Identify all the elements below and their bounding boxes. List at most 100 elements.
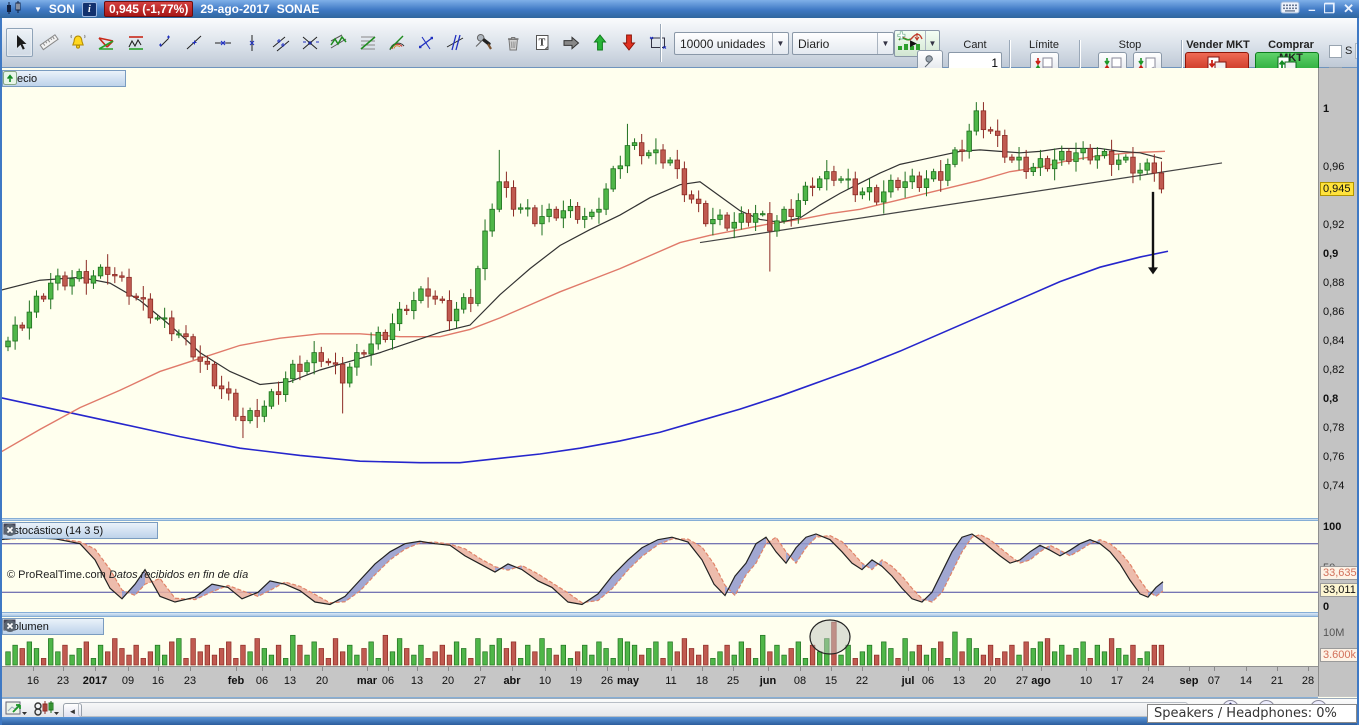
fibonacci-arcs-tool[interactable] <box>383 28 410 57</box>
date-tick-mark <box>1041 667 1042 671</box>
price-axis-label: 0,84 <box>1323 335 1344 347</box>
arrow-down-tool[interactable] <box>615 28 642 57</box>
candlestick-chart-icon[interactable] <box>5 0 27 19</box>
date-tick-mark <box>128 667 129 671</box>
sell-arrow-mini-button[interactable] <box>91 72 105 85</box>
delete-objects-button[interactable] <box>499 28 526 57</box>
alarm-tool[interactable] <box>64 28 91 57</box>
info-icon[interactable]: i <box>82 2 97 17</box>
window-icon[interactable] <box>57 72 71 85</box>
price-chart-panel[interactable]: Precio © ProRealTime.com Datos recibidos… <box>0 68 1318 518</box>
dropdown-caret-icon[interactable]: ▼ <box>772 33 788 54</box>
pattern-detector-tool[interactable] <box>93 28 120 57</box>
delete-line-tool[interactable] <box>441 28 468 57</box>
volume-axis-10m: 10M <box>1323 627 1344 639</box>
date-tick-mark <box>928 667 929 671</box>
quantity-column-label: Cant <box>945 39 1005 52</box>
date-tick-label: 13 <box>411 675 423 687</box>
price-axis-label: 0,82 <box>1323 364 1344 376</box>
close-panel-icon[interactable] <box>86 620 100 633</box>
arrow-up-tool[interactable] <box>586 28 613 57</box>
arrowright-icon <box>560 32 582 53</box>
stochastic-panel-tab: Estocástico (14 3 5) <box>2 522 158 539</box>
window-controls: – ❐ ✕ <box>1280 1 1354 17</box>
date-tick-mark <box>1246 667 1247 671</box>
vline-icon <box>241 32 263 53</box>
date-tick-mark <box>388 667 389 671</box>
horizontal-line-tool[interactable] <box>209 28 236 57</box>
date-tick-label: 15 <box>825 675 837 687</box>
horizontal-scrollbar-track[interactable] <box>78 702 1188 717</box>
dropdown-caret-icon[interactable]: ▼ <box>877 33 893 54</box>
window-icon[interactable] <box>69 620 83 633</box>
date-tick-label: 06 <box>382 675 394 687</box>
stoch-axis-100: 100 <box>1323 521 1341 533</box>
sell-market-label: Vender MKT <box>1185 39 1251 52</box>
chart-type-caret-icon[interactable]: ▼ <box>34 5 42 14</box>
date-tick-label: 28 <box>1302 675 1314 687</box>
instrument-label: SONAE <box>277 2 320 16</box>
date-tick-label: 06 <box>922 675 934 687</box>
arrow-right-tool[interactable] <box>557 28 584 57</box>
fan-lines-tool[interactable] <box>296 28 323 57</box>
volume-value-badge: 3.600k <box>1320 648 1359 662</box>
price-axis-label: 1 <box>1323 103 1329 115</box>
zigzag-tool[interactable] <box>325 28 352 57</box>
timeframe-dropdown[interactable]: Diario ▼ <box>792 32 894 55</box>
trendline-tool[interactable] <box>180 28 207 57</box>
close-panel-icon[interactable] <box>74 72 88 85</box>
down-arrow-annotation[interactable] <box>1148 192 1158 275</box>
close-panel-icon[interactable] <box>140 524 154 537</box>
volume-ellipse-annotation[interactable] <box>810 620 850 654</box>
wrench-icon[interactable] <box>52 620 66 633</box>
cursor-tool[interactable] <box>6 28 33 57</box>
short-moving-average-line <box>0 148 1162 384</box>
date-tick-mark <box>1189 667 1190 671</box>
price-axis-label: 0,78 <box>1323 422 1344 434</box>
fibonacci-retracement-tool[interactable] <box>354 28 381 57</box>
date-axis[interactable]: 16232017091623feb061320mar06132027abr101… <box>0 666 1359 697</box>
quantity-dropdown[interactable]: 10000 unidades ▼ <box>674 32 789 55</box>
volume-panel[interactable]: Volumen <box>0 617 1318 666</box>
date-tick-label: 26 <box>601 675 613 687</box>
wrench-icon[interactable] <box>106 524 120 537</box>
fiblines-icon <box>357 32 379 53</box>
free-line-tool[interactable] <box>412 28 439 57</box>
timeframe-value: Diario <box>798 37 829 51</box>
s-checkbox-label: S <box>1345 45 1352 57</box>
date-tick-label: 08 <box>794 675 806 687</box>
volume-svg <box>0 617 1318 666</box>
value-axis-column[interactable]: 0,945 100 50 33,635 33,011 0 10M 3.600k … <box>1318 68 1358 696</box>
keyboard-icon[interactable] <box>1280 1 1300 17</box>
wrench-icon[interactable] <box>40 72 54 85</box>
date-tick-mark <box>908 667 909 671</box>
date-tick-mark <box>800 667 801 671</box>
date-tick-mark <box>702 667 703 671</box>
date-tick-mark <box>63 667 64 671</box>
close-button[interactable]: ✕ <box>1343 1 1354 17</box>
date-tick-mark <box>831 667 832 671</box>
window-icon[interactable] <box>123 524 137 537</box>
price-change-badge: 0,945 (-1,77%) <box>104 1 193 17</box>
segment-tool[interactable] <box>151 28 178 57</box>
text-tool[interactable]: T <box>528 28 555 57</box>
channel-tool[interactable] <box>267 28 294 57</box>
ruler-tool[interactable] <box>35 28 62 57</box>
channel-icon <box>270 32 292 53</box>
cursor-icon <box>9 32 31 53</box>
medium-moving-average-line <box>0 151 1165 452</box>
stoch-axis-0: 0 <box>1323 601 1329 613</box>
buy-arrow-mini-button[interactable] <box>108 72 122 85</box>
proraltime-trading-window: ▼ SON i 0,945 (-1,77%) 29-ago-2017 SONAE… <box>0 0 1359 725</box>
date-tick-mark <box>1214 667 1215 671</box>
object-tools-button[interactable] <box>470 28 497 57</box>
date-label: 29-ago-2017 <box>200 2 269 16</box>
stochastic-panel[interactable]: Estocástico (14 3 5) <box>0 521 1318 612</box>
minimize-button[interactable]: – <box>1308 2 1315 17</box>
restore-button[interactable]: ❐ <box>1323 1 1335 17</box>
date-tick-mark <box>545 667 546 671</box>
zigzag-pattern-tool[interactable] <box>122 28 149 57</box>
s-checkbox[interactable] <box>1329 45 1342 58</box>
rectangle-tool[interactable] <box>644 28 671 57</box>
vertical-line-tool[interactable] <box>238 28 265 57</box>
